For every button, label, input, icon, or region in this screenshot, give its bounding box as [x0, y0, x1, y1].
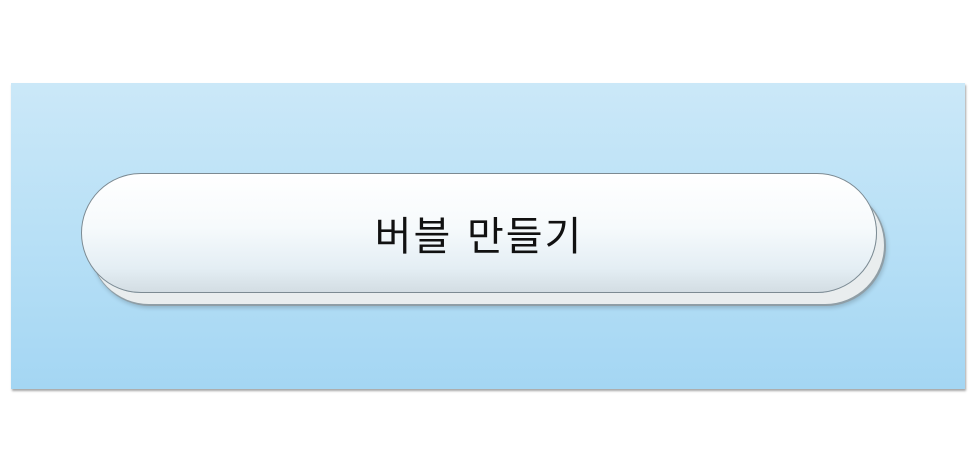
- make-bubble-button[interactable]: 버블 만들기: [81, 173, 877, 293]
- button-panel: 버블 만들기: [11, 83, 965, 389]
- make-bubble-button-label: 버블 만들기: [374, 214, 584, 260]
